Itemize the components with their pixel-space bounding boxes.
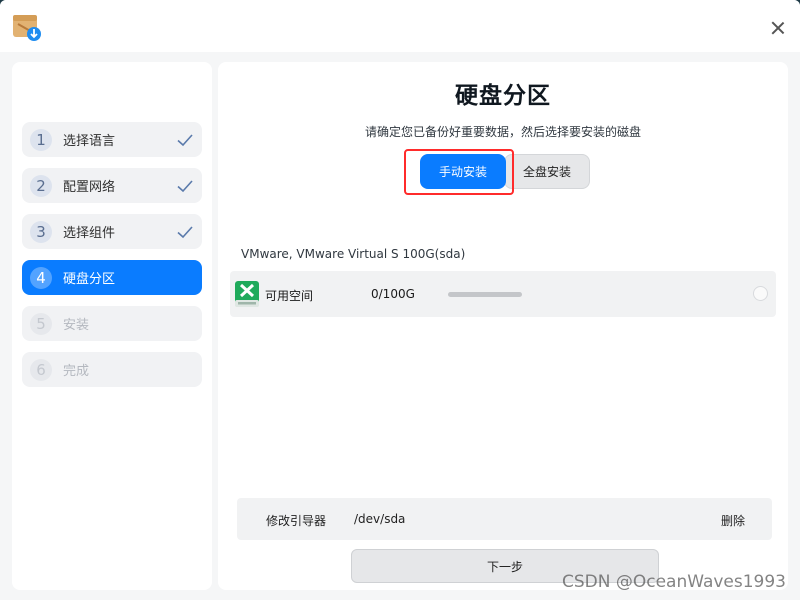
step-select-components[interactable]: 3 选择组件: [22, 214, 202, 249]
radio-icon[interactable]: [753, 286, 768, 301]
main-panel: 硬盘分区 请确定您已备份好重要数据，然后选择要安装的磁盘 手动安装 全盘安装 V…: [218, 62, 788, 590]
step-number: 3: [30, 220, 52, 243]
step-configure-network[interactable]: 2 配置网络: [22, 168, 202, 203]
step-number: 2: [30, 174, 52, 197]
full-disk-install-button[interactable]: 全盘安装: [504, 154, 590, 189]
bootloader-device: /dev/sda: [354, 512, 406, 526]
step-label: 安装: [63, 318, 90, 333]
manual-install-button[interactable]: 手动安装: [420, 154, 506, 189]
step-label: 完成: [63, 364, 90, 379]
step-select-language[interactable]: 1 选择语言: [22, 122, 202, 157]
title-bar: [0, 0, 800, 52]
disk-partition-row[interactable]: 可用空间 0/100G: [230, 271, 776, 317]
watermark: CSDN @OceanWaves1993: [561, 572, 786, 592]
disk-usage-bar: [448, 292, 522, 297]
step-label: 选择语言: [63, 134, 116, 149]
disk-space-label: 可用空间: [265, 289, 314, 303]
checkmark-icon: [177, 180, 193, 193]
installer-window: 1 选择语言 2 配置网络 3 选择组件 4 硬盘分区 5 安装 6 完成 硬盘…: [0, 0, 800, 600]
installer-package-icon: [13, 15, 41, 41]
step-number: 5: [30, 312, 52, 335]
close-icon[interactable]: [770, 20, 786, 36]
step-label: 选择组件: [63, 226, 116, 241]
bootloader-label[interactable]: 修改引导器: [266, 512, 326, 529]
step-number: 1: [30, 128, 52, 151]
step-finish: 6 完成: [22, 352, 202, 387]
bootloader-row: 修改引导器 /dev/sda 删除: [237, 498, 772, 540]
step-label: 硬盘分区: [63, 272, 116, 287]
step-number: 4: [30, 266, 52, 289]
page-subtitle: 请确定您已备份好重要数据，然后选择要安装的磁盘: [364, 125, 641, 139]
steps-sidebar: 1 选择语言 2 配置网络 3 选择组件 4 硬盘分区 5 安装 6 完成: [12, 62, 212, 590]
checkmark-icon: [177, 134, 193, 147]
step-disk-partition[interactable]: 4 硬盘分区: [22, 260, 202, 295]
checkmark-icon: [177, 226, 193, 239]
step-install: 5 安装: [22, 306, 202, 341]
page-title: 硬盘分区: [455, 83, 551, 109]
step-label: 配置网络: [63, 180, 116, 195]
disk-icon: [235, 281, 259, 307]
disk-size: 0/100G: [371, 287, 415, 301]
delete-button[interactable]: 删除: [721, 512, 745, 529]
disk-name: VMware, VMware Virtual S 100G(sda): [241, 247, 466, 261]
step-number: 6: [30, 358, 52, 381]
